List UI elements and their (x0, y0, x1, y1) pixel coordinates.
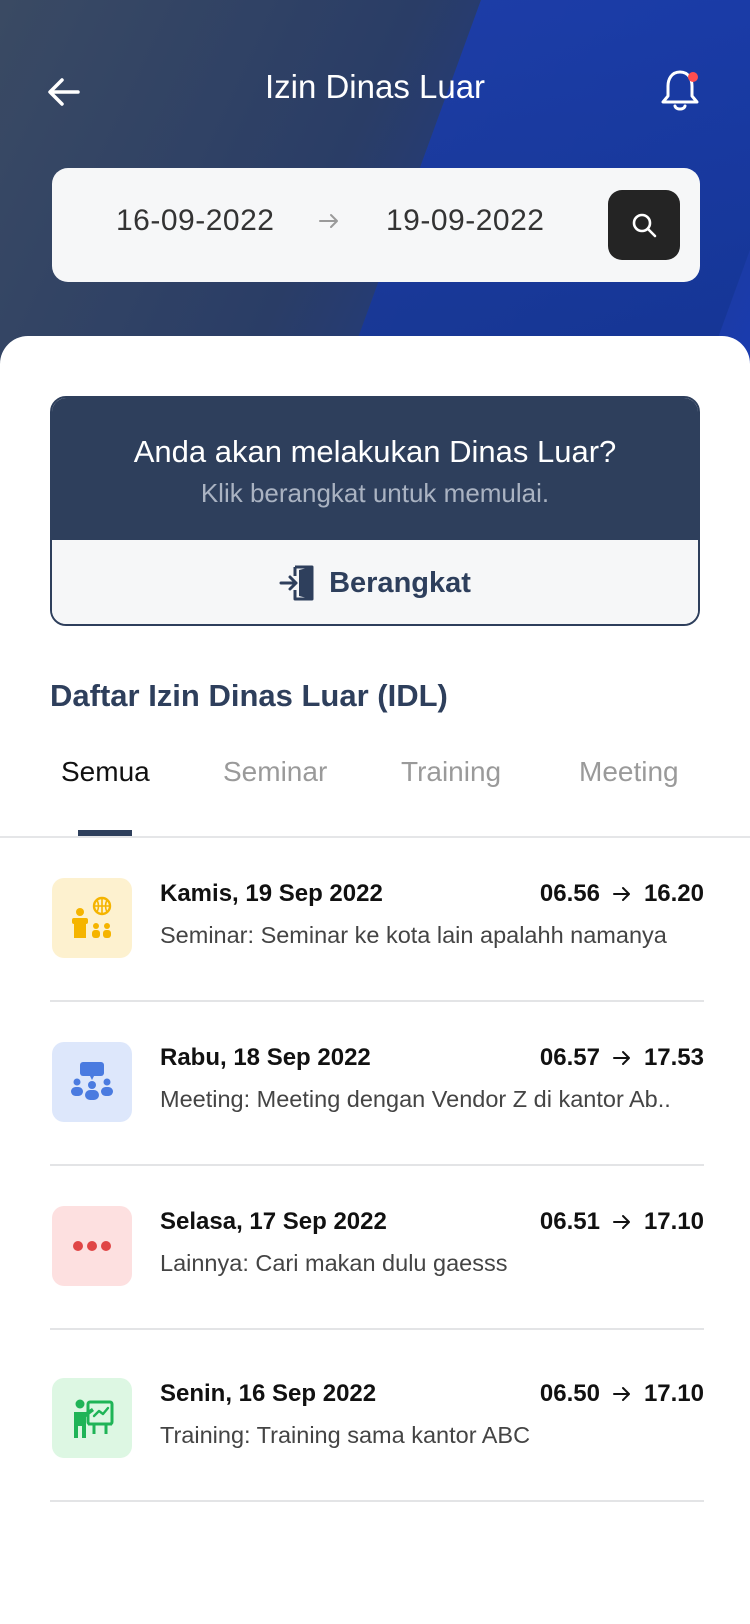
item-divider (50, 1500, 704, 1502)
category-tabs: Semua Seminar Training Meeting (0, 756, 750, 836)
list-item[interactable]: Senin, 16 Sep 2022 06.50 17.10 Training:… (50, 1338, 704, 1502)
top-bar: Izin Dinas Luar (0, 60, 750, 120)
item-end-time: 16.20 (643, 880, 704, 907)
arrow-right-icon (612, 1215, 630, 1229)
more-icon (52, 1206, 132, 1286)
page-title: Izin Dinas Luar (264, 68, 486, 105)
date-to-field[interactable]: 19-09-2022 (386, 204, 544, 238)
list-item[interactable]: Selasa, 17 Sep 2022 06.51 17.10 Lainnya:… (50, 1166, 704, 1330)
search-icon (632, 213, 657, 238)
start-trip-card: Anda akan melakukan Dinas Luar? Klik ber… (50, 396, 700, 626)
item-time: 06.51 17.10 (540, 1208, 704, 1236)
date-from-field[interactable]: 16-09-2022 (116, 204, 274, 238)
notification-badge (688, 72, 698, 82)
content-sheet: Anda akan melakukan Dinas Luar? Klik ber… (0, 336, 750, 1624)
depart-button[interactable]: Berangkat (52, 540, 698, 624)
start-trip-header: Anda akan melakukan Dinas Luar? Klik ber… (52, 398, 698, 540)
item-end-time: 17.10 (643, 1380, 704, 1407)
search-button[interactable] (608, 190, 680, 260)
item-start-time: 06.50 (539, 1380, 600, 1407)
arrow-right-icon (612, 887, 630, 901)
item-time: 06.57 17.53 (540, 1044, 704, 1072)
list-item[interactable]: Rabu, 18 Sep 2022 06.57 17.53 Meeting: M… (50, 1002, 704, 1166)
list-item[interactable]: Kamis, 19 Sep 2022 06.56 16.20 Seminar: … (50, 838, 704, 1002)
item-description: Training: Training sama kantor ABC (160, 1422, 531, 1448)
item-end-time: 17.10 (643, 1208, 704, 1235)
item-start-time: 06.57 (539, 1044, 600, 1071)
login-door-icon (279, 565, 314, 601)
meeting-icon (52, 1042, 132, 1122)
item-description: Seminar: Seminar ke kota lain apalahh na… (160, 922, 667, 948)
tab-meeting[interactable]: Meeting (579, 756, 679, 788)
arrow-right-icon (612, 1387, 630, 1401)
start-trip-subtitle: Klik berangkat untuk memulai. (200, 478, 550, 508)
item-start-time: 06.56 (539, 880, 600, 907)
item-date: Rabu, 18 Sep 2022 (160, 1044, 371, 1071)
date-range-filter: 16-09-2022 19-09-2022 (52, 168, 700, 282)
item-date: Senin, 16 Sep 2022 (160, 1380, 377, 1407)
header: Izin Dinas Luar 16-09-2022 19-09-2022 (0, 0, 750, 380)
item-end-time: 17.53 (643, 1044, 704, 1071)
training-icon (52, 1378, 132, 1458)
item-date: Kamis, 19 Sep 2022 (160, 880, 383, 907)
tab-training[interactable]: Training (401, 756, 501, 788)
depart-button-label: Berangkat (329, 566, 471, 599)
start-trip-title: Anda akan melakukan Dinas Luar? (133, 434, 617, 469)
item-description: Lainnya: Cari makan dulu gaesss (160, 1250, 508, 1276)
item-time: 06.56 16.20 (540, 880, 704, 908)
item-date: Selasa, 17 Sep 2022 (160, 1208, 387, 1235)
arrow-right-icon (319, 214, 338, 228)
item-divider (50, 1328, 704, 1330)
section-title: Daftar Izin Dinas Luar (IDL) (50, 678, 448, 713)
tab-seminar[interactable]: Seminar (223, 756, 327, 788)
item-time: 06.50 17.10 (540, 1380, 704, 1408)
notification-button[interactable] (658, 66, 702, 114)
seminar-icon (52, 878, 132, 958)
tab-semua[interactable]: Semua (61, 756, 150, 788)
item-start-time: 06.51 (539, 1208, 600, 1235)
item-description: Meeting: Meeting dengan Vendor Z di kant… (160, 1086, 671, 1112)
arrow-right-icon (612, 1051, 630, 1065)
